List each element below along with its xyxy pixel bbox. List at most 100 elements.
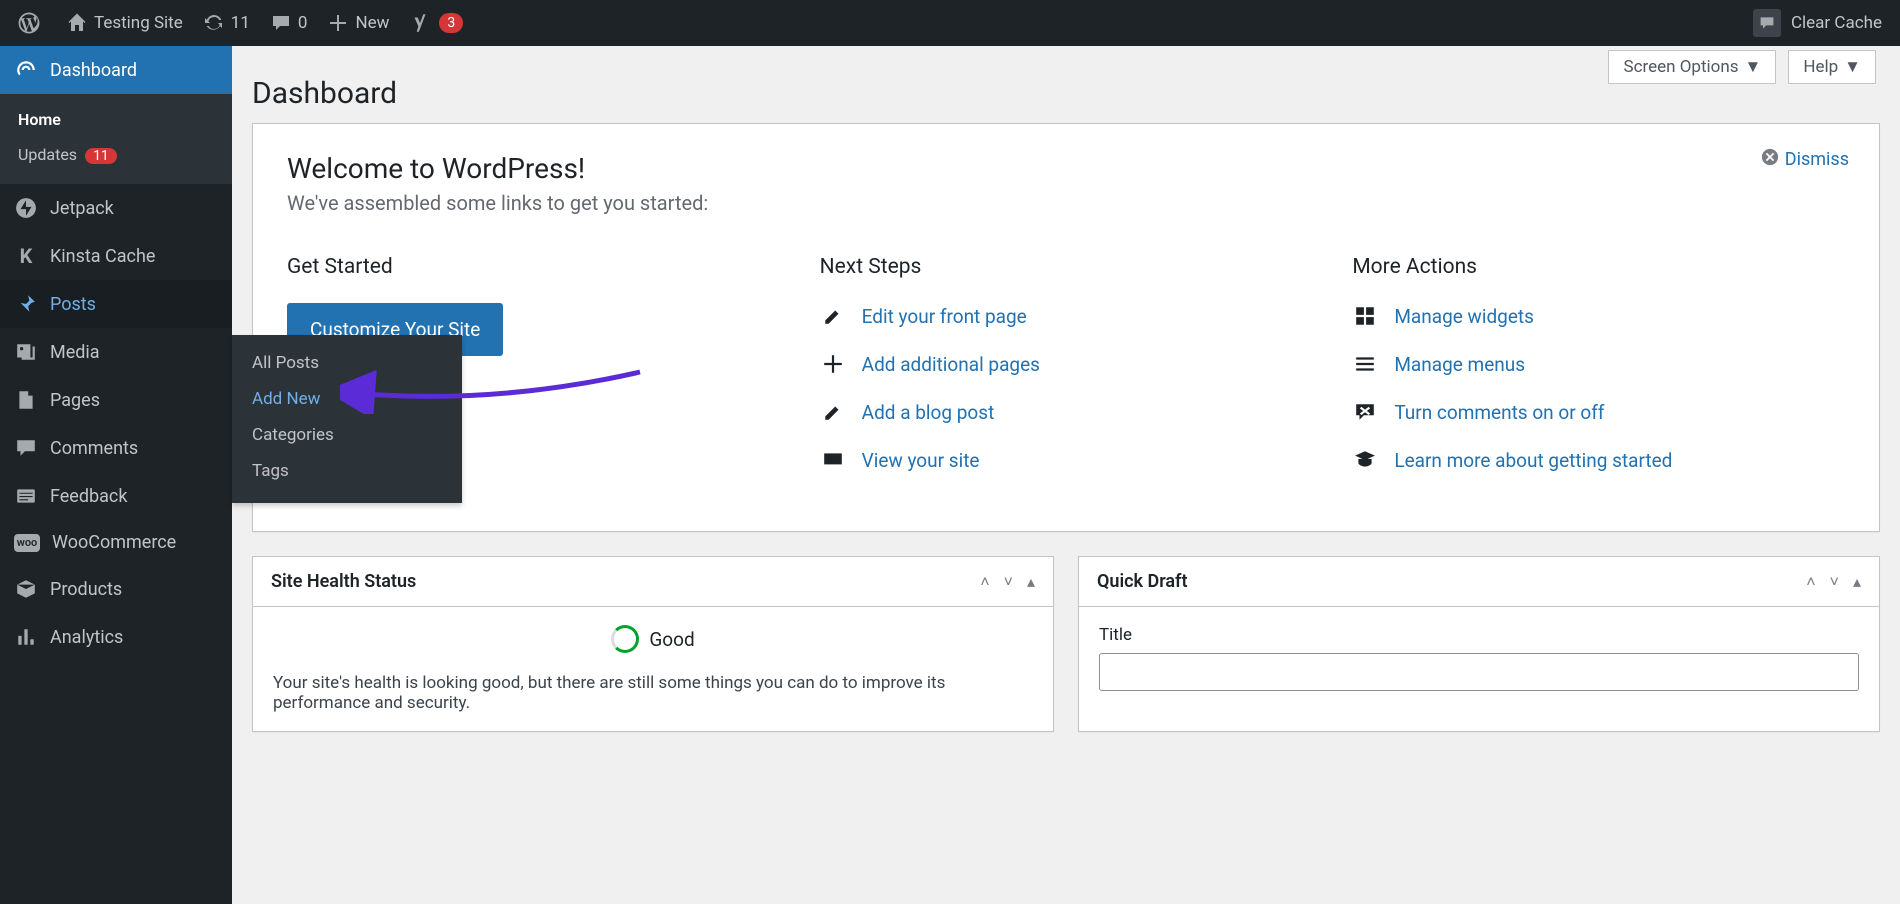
close-icon <box>1761 148 1779 171</box>
new-label: New <box>355 13 389 33</box>
manage-menus-link[interactable]: Manage menus <box>1352 351 1845 377</box>
products-icon <box>14 577 38 601</box>
updates-icon <box>203 12 225 34</box>
sidebar-item-products[interactable]: Products <box>0 565 232 613</box>
sidebar-label: Comments <box>50 438 138 459</box>
clear-cache[interactable]: Clear Cache <box>1743 0 1892 46</box>
edit-front-page-link[interactable]: Edit your front page <box>820 303 1313 329</box>
dashboard-submenu: Home Updates11 <box>0 94 232 184</box>
postbox-title: Site Health Status <box>271 571 980 592</box>
sidebar-label: Products <box>50 579 122 600</box>
feedback-icon <box>14 484 38 508</box>
sidebar-item-jetpack[interactable]: Jetpack <box>0 184 232 232</box>
cache-icon <box>1753 9 1781 37</box>
dismiss-button[interactable]: Dismiss <box>1761 148 1849 171</box>
sidebar-label: Media <box>50 342 100 363</box>
sidebar-label: Posts <box>50 294 96 315</box>
move-up-icon[interactable]: ˄ <box>1806 572 1815 592</box>
yoast-menu[interactable]: 3 <box>399 0 473 46</box>
move-down-icon[interactable]: ˅ <box>1004 572 1013 592</box>
toggle-icon[interactable]: ▴ <box>1027 572 1035 592</box>
plus-icon <box>820 351 846 377</box>
screen-meta-links: Screen Options ▼ Help ▼ <box>1608 50 1876 84</box>
postbox-header[interactable]: Quick Draft ˄ ˅ ▴ <box>1079 557 1879 607</box>
jetpack-icon <box>14 196 38 220</box>
clear-cache-label: Clear Cache <box>1791 13 1882 33</box>
chevron-down-icon: ▼ <box>1745 57 1762 77</box>
sidebar-subitem-home[interactable]: Home <box>0 102 232 137</box>
screen-options-button[interactable]: Screen Options ▼ <box>1608 50 1776 84</box>
add-pages-link[interactable]: Add additional pages <box>820 351 1313 377</box>
quick-draft-title-input[interactable] <box>1099 653 1859 691</box>
help-button[interactable]: Help ▼ <box>1788 50 1876 84</box>
edit-icon <box>820 303 846 329</box>
sidebar-item-feedback[interactable]: Feedback <box>0 472 232 520</box>
flyout-tags[interactable]: Tags <box>232 453 462 489</box>
flyout-categories[interactable]: Categories <box>232 417 462 453</box>
quick-draft-box: Quick Draft ˄ ˅ ▴ Title <box>1078 556 1880 732</box>
wp-logo-menu[interactable] <box>8 0 56 46</box>
media-icon <box>14 340 38 364</box>
plus-icon <box>327 12 349 34</box>
sidebar-item-kinsta[interactable]: K Kinsta Cache <box>0 232 232 280</box>
sidebar-label: WooCommerce <box>52 532 176 553</box>
welcome-panel: Dismiss Welcome to WordPress! We've asse… <box>252 123 1880 532</box>
manage-widgets-link[interactable]: Manage widgets <box>1352 303 1845 329</box>
yoast-count: 3 <box>439 13 463 33</box>
new-content-menu[interactable]: New <box>317 0 399 46</box>
site-health-status: Good <box>273 625 1033 653</box>
widgets-icon <box>1352 303 1378 329</box>
flyout-add-new[interactable]: Add New <box>232 381 462 417</box>
write-icon <box>820 399 846 425</box>
pin-icon <box>14 292 38 316</box>
sidebar-label: Pages <box>50 390 100 411</box>
col-heading: Next Steps <box>820 255 1313 279</box>
sidebar-item-dashboard[interactable]: Dashboard <box>0 46 232 94</box>
sidebar-label: Analytics <box>50 627 123 648</box>
welcome-subtitle: We've assembled some links to get you st… <box>287 191 1845 215</box>
site-name-menu[interactable]: Testing Site <box>56 0 193 46</box>
site-health-box: Site Health Status ˄ ˅ ▴ Good Your site'… <box>252 556 1054 732</box>
admin-sidebar: Dashboard Home Updates11 Jetpack K Kinst… <box>0 46 232 904</box>
sidebar-item-comments[interactable]: Comments <box>0 424 232 472</box>
home-icon <box>66 12 88 34</box>
posts-flyout: All Posts Add New Categories Tags <box>232 335 462 503</box>
welcome-col-more-actions: More Actions Manage widgets Manage menus… <box>1352 255 1845 495</box>
comments-count: 0 <box>298 13 308 33</box>
analytics-icon <box>14 625 38 649</box>
updates-badge: 11 <box>85 148 117 164</box>
move-up-icon[interactable]: ˄ <box>980 572 989 592</box>
sidebar-label: Kinsta Cache <box>50 246 155 267</box>
toggle-icon[interactable]: ▴ <box>1853 572 1861 592</box>
postbox-header[interactable]: Site Health Status ˄ ˅ ▴ <box>253 557 1053 607</box>
sidebar-item-woocommerce[interactable]: woo WooCommerce <box>0 520 232 565</box>
site-health-body: Your site's health is looking good, but … <box>273 673 1033 713</box>
comments-toggle-link[interactable]: Turn comments on or off <box>1352 399 1845 425</box>
quick-draft-title-label: Title <box>1099 625 1859 645</box>
postbox-title: Quick Draft <box>1097 571 1806 592</box>
kinsta-icon: K <box>14 244 38 268</box>
comments-menu[interactable]: 0 <box>260 0 318 46</box>
move-down-icon[interactable]: ˅ <box>1830 572 1839 592</box>
menus-icon <box>1352 351 1378 377</box>
sidebar-item-media[interactable]: Media <box>0 328 232 376</box>
sidebar-label: Dashboard <box>50 60 137 81</box>
comment-off-icon <box>1352 399 1378 425</box>
learn-icon <box>1352 447 1378 473</box>
learn-more-link[interactable]: Learn more about getting started <box>1352 447 1845 473</box>
add-blog-post-link[interactable]: Add a blog post <box>820 399 1313 425</box>
view-site-link[interactable]: View your site <box>820 447 1313 473</box>
view-icon <box>820 447 846 473</box>
updates-menu[interactable]: 11 <box>193 0 260 46</box>
sidebar-item-posts[interactable]: Posts <box>0 280 232 328</box>
content-area: Screen Options ▼ Help ▼ Dashboard Dismis… <box>232 46 1900 756</box>
sidebar-item-analytics[interactable]: Analytics <box>0 613 232 661</box>
site-name: Testing Site <box>94 13 183 33</box>
sidebar-subitem-updates[interactable]: Updates11 <box>0 137 232 172</box>
updates-count: 11 <box>231 13 250 33</box>
wordpress-icon <box>18 12 40 34</box>
sidebar-label: Feedback <box>50 486 127 507</box>
yoast-icon <box>409 12 431 34</box>
flyout-all-posts[interactable]: All Posts <box>232 345 462 381</box>
sidebar-item-pages[interactable]: Pages <box>0 376 232 424</box>
